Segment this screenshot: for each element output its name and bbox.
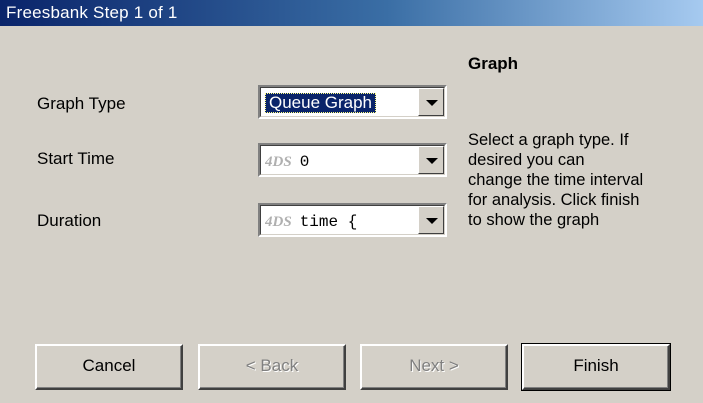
help-line: to show the graph xyxy=(468,211,600,229)
start-time-value: 0 xyxy=(299,153,310,171)
help-line: change the time interval xyxy=(468,171,644,189)
start-time-dropdown[interactable]: 4DS 0 xyxy=(258,143,447,177)
window-title: Freesbank Step 1 of 1 xyxy=(6,3,178,22)
cancel-button[interactable]: Cancel xyxy=(35,344,183,390)
help-title: Graph xyxy=(468,54,519,73)
chevron-down-icon[interactable] xyxy=(418,206,444,234)
finish-button[interactable]: Finish xyxy=(521,343,671,391)
start-time-label: Start Time xyxy=(37,149,115,168)
chevron-down-icon[interactable] xyxy=(418,146,444,174)
graph-type-value: Queue Graph xyxy=(265,93,377,113)
next-button[interactable]: Next > xyxy=(360,344,508,390)
chevron-down-icon[interactable] xyxy=(418,88,444,116)
window-title-bar[interactable]: Freesbank Step 1 of 1 xyxy=(0,0,703,26)
back-button[interactable]: < Back xyxy=(198,344,346,390)
start-time-text: 4DS 0 xyxy=(265,151,415,171)
start-time-prefix: 4DS xyxy=(265,154,292,170)
help-line: Select a graph type. If xyxy=(468,131,629,149)
duration-value: time { xyxy=(299,213,358,231)
graph-type-label: Graph Type xyxy=(37,94,126,113)
help-line: for analysis. Click finish xyxy=(468,191,640,209)
duration-text: 4DS time { xyxy=(265,211,415,231)
duration-prefix: 4DS xyxy=(265,214,292,230)
help-text: Select a graph type. If desired you can … xyxy=(468,130,703,230)
graph-type-dropdown[interactable]: Queue Graph xyxy=(258,85,447,119)
duration-dropdown[interactable]: 4DS time { xyxy=(258,203,447,237)
help-line: desired you can xyxy=(468,151,585,169)
duration-label: Duration xyxy=(37,211,102,230)
